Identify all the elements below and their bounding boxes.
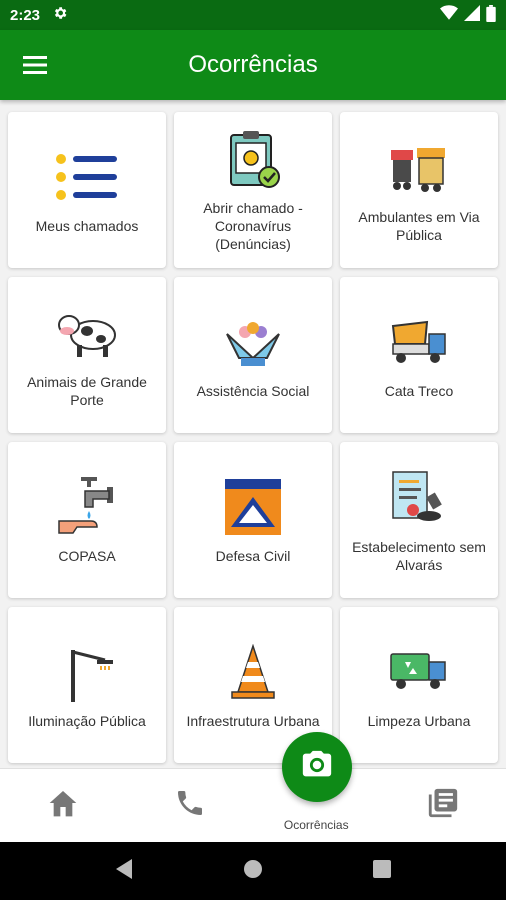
- service-card-meus-chamados[interactable]: Meus chamados: [8, 112, 166, 268]
- home-icon: [47, 788, 79, 823]
- service-label: Animais de Grande Porte: [27, 374, 147, 408]
- service-label: Iluminação Pública: [28, 713, 146, 729]
- news-icon: [426, 786, 460, 825]
- services-grid: Meus chamados Abrir chamado - Coronavíru…: [0, 100, 506, 768]
- service-label: COPASA: [58, 548, 116, 564]
- service-label: Assistência Social: [196, 383, 310, 399]
- home-circle-icon[interactable]: [242, 858, 264, 885]
- nav-news[interactable]: [380, 769, 506, 842]
- bottom-navigation: Ocorrências: [0, 768, 506, 842]
- recents-square-icon[interactable]: [372, 859, 392, 884]
- dump-truck-icon: [387, 310, 451, 374]
- service-label: Estabelecimento sem Alvarás: [352, 539, 486, 573]
- service-card-assistencia[interactable]: Assistência Social: [174, 277, 332, 433]
- phone-icon: [174, 787, 206, 824]
- service-card-limpeza[interactable]: Limpeza Urbana: [340, 607, 498, 763]
- service-label: Defesa Civil: [215, 548, 291, 564]
- camera-fab-button[interactable]: [282, 732, 352, 802]
- nav-phone[interactable]: [127, 769, 254, 842]
- cow-icon: [55, 301, 119, 365]
- service-card-defesa-civil[interactable]: Defesa Civil: [174, 442, 332, 598]
- street-light-icon: [55, 640, 119, 704]
- street-vendor-icon: [387, 136, 451, 200]
- service-label: Abrir chamado - Coronavírus (Denúncias): [203, 200, 303, 252]
- civil-defense-icon: [221, 475, 285, 539]
- status-time: 2:23: [10, 6, 41, 24]
- page-title: Ocorrências: [188, 51, 318, 78]
- app-bar: Ocorrências: [0, 30, 506, 100]
- camera-icon: [300, 748, 334, 787]
- signal-icon: [464, 5, 480, 25]
- water-tap-icon: [55, 475, 119, 539]
- system-navigation-bar: [0, 842, 506, 900]
- service-card-estabelecimento[interactable]: Estabelecimento sem Alvarás: [340, 442, 498, 598]
- helping-hands-icon: [221, 310, 285, 374]
- service-card-animais[interactable]: Animais de Grande Porte: [8, 277, 166, 433]
- license-stamp-icon: [387, 466, 451, 530]
- service-card-coronavirus[interactable]: Abrir chamado - Coronavírus (Denúncias): [174, 112, 332, 268]
- clipboard-virus-icon: [221, 127, 285, 191]
- service-card-iluminacao[interactable]: Iluminação Pública: [8, 607, 166, 763]
- service-label: Meus chamados: [35, 218, 139, 234]
- status-bar: 2:23: [0, 0, 506, 30]
- service-label: Ambulantes em Via Pública: [358, 209, 480, 243]
- service-label: Cata Treco: [384, 383, 454, 399]
- back-triangle-icon[interactable]: [114, 858, 134, 885]
- service-label: Limpeza Urbana: [367, 713, 471, 729]
- settings-gear-icon: [52, 5, 68, 25]
- service-card-copasa[interactable]: COPASA: [8, 442, 166, 598]
- hamburger-menu-icon[interactable]: [0, 30, 70, 100]
- nav-ocorrencias-label: Ocorrências: [283, 818, 349, 832]
- traffic-cone-icon: [221, 640, 285, 704]
- garbage-truck-icon: [387, 640, 451, 704]
- service-card-cata-treco[interactable]: Cata Treco: [340, 277, 498, 433]
- battery-icon: [486, 4, 496, 26]
- list-icon: [55, 145, 119, 209]
- wifi-icon: [440, 5, 458, 25]
- service-label: Infraestrutura Urbana: [186, 713, 320, 729]
- nav-home[interactable]: [0, 769, 127, 842]
- service-card-ambulantes[interactable]: Ambulantes em Via Pública: [340, 112, 498, 268]
